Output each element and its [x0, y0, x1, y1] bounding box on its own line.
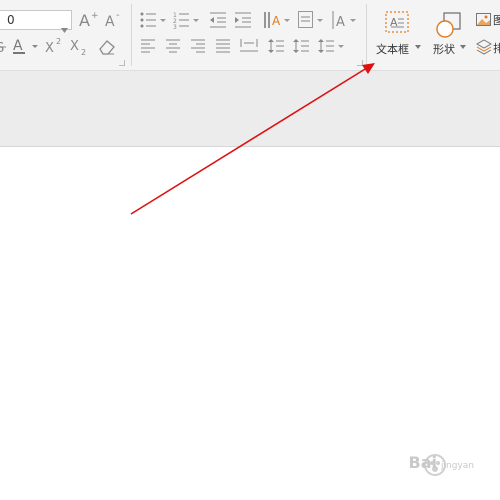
watermark-suffix: jingyan [441, 461, 474, 471]
watermark-text: Bai [408, 453, 438, 472]
annotation-arrow [0, 0, 500, 500]
watermark: Bai jingyan [409, 453, 474, 472]
